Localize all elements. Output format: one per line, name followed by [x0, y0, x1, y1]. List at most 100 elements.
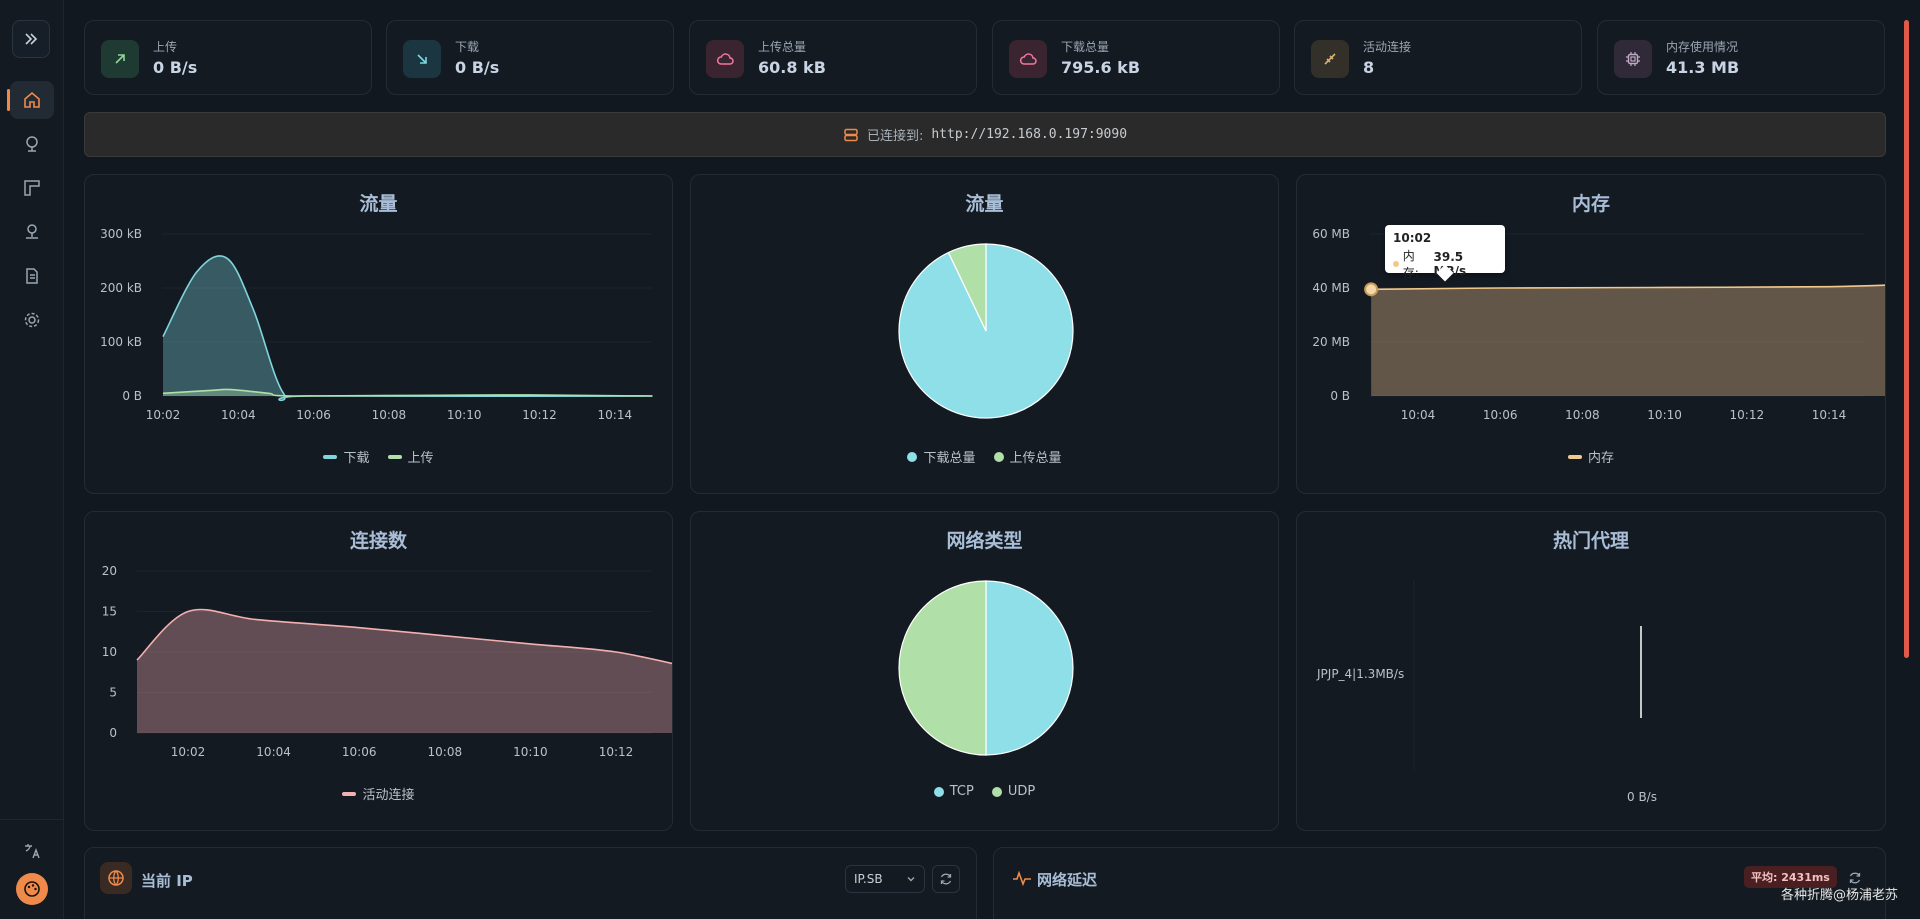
x-tick-label: 10:12	[1730, 408, 1765, 422]
legend-label: 上传	[407, 451, 434, 466]
chevron-down-icon	[907, 877, 915, 882]
sidebar	[0, 0, 64, 919]
x-tick-label: 10:10	[447, 408, 482, 422]
x-tick-label: 10:12	[522, 408, 557, 422]
stat-label: 上传	[153, 40, 178, 54]
series-area	[163, 255, 653, 401]
x-tick-label: 10:12	[599, 745, 634, 759]
memory-tooltip: 10:02 内存: 39.5 MB/s	[1385, 225, 1505, 280]
stat-label: 活动连接	[1363, 40, 1412, 54]
nav-logs[interactable]	[10, 257, 54, 295]
y-tick-label: 100 kB	[100, 335, 142, 349]
legend-label: 下载	[343, 451, 370, 466]
y-tick-label: 20 MB	[1312, 335, 1350, 349]
legend-item-download-total[interactable]: 下载总量	[907, 447, 976, 466]
y-tick-label: 200 kB	[100, 281, 142, 295]
language-button[interactable]	[10, 832, 54, 870]
x-tick-label: 10:10	[513, 745, 548, 759]
x-tick-label: 10:10	[1647, 408, 1682, 422]
x-tick-label: 10:06	[296, 408, 331, 422]
stat-label: 下载总量	[1061, 40, 1110, 54]
hot-proxy-axis-label: 0 B/s	[1627, 790, 1657, 804]
page-scrollbar[interactable]	[1904, 20, 1909, 658]
stat-card-download: 下载 0 B/s	[386, 20, 674, 95]
stat-card-active-connections: 活动连接 8	[1294, 20, 1582, 95]
y-tick-label: 10	[102, 645, 117, 659]
chart-legend: 活动连接	[85, 784, 672, 803]
y-tick-label: 5	[109, 686, 117, 700]
legend-swatch	[993, 451, 1004, 462]
x-tick-label: 10:04	[256, 745, 291, 759]
y-tick-label: 0	[109, 726, 117, 740]
stat-value: 8	[1363, 58, 1375, 77]
legend-label: UDP	[1007, 784, 1036, 799]
stat-label: 内存使用情况	[1666, 40, 1739, 54]
x-tick-label: 10:14	[598, 408, 633, 422]
stat-card-upload: 上传 0 B/s	[84, 20, 372, 95]
y-tick-label: 60 MB	[1312, 227, 1350, 241]
ip-provider-select[interactable]: IP.SB	[845, 865, 925, 893]
home-icon	[24, 91, 40, 108]
traffic-pie-panel: 流量 下载总量 上传总量	[690, 174, 1279, 494]
nav-rules[interactable]	[10, 169, 54, 207]
legend-label: 下载总量	[923, 451, 976, 466]
stat-label: 上传总量	[758, 40, 807, 54]
legend-item-upload-total[interactable]: 上传总量	[993, 447, 1062, 466]
legend-swatch	[907, 451, 918, 462]
pie-slice	[898, 580, 987, 756]
tooltip-value: 39.5 MB/s	[1433, 250, 1467, 278]
tooltip-swatch	[1393, 261, 1399, 267]
nav-home[interactable]	[7, 81, 54, 119]
nav-settings[interactable]	[10, 301, 54, 339]
x-tick-label: 10:04	[1401, 408, 1436, 422]
banner-url: http://192.168.0.197:9090	[931, 127, 1128, 142]
legend-item-download[interactable]: 下载	[323, 447, 370, 466]
legend-item-upload[interactable]: 上传	[387, 447, 434, 466]
y-tick-label: 300 kB	[100, 227, 142, 241]
legend-swatch	[991, 786, 1002, 797]
watermark: 各种折腾@杨浦老苏	[1781, 888, 1899, 903]
legend-item-memory[interactable]: 内存	[1567, 447, 1614, 466]
refresh-icon	[940, 873, 952, 885]
cloud-icon	[706, 40, 744, 78]
stat-value: 0 B/s	[153, 58, 198, 77]
stat-value: 795.6 kB	[1061, 58, 1141, 77]
stat-card-memory: 内存使用情况 41.3 MB	[1597, 20, 1885, 95]
stat-value: 60.8 kB	[758, 58, 826, 77]
legend-swatch	[933, 786, 944, 797]
y-tick-label: 40 MB	[1312, 281, 1350, 295]
gear-icon	[24, 312, 40, 328]
data-point	[1364, 282, 1379, 297]
x-tick-label: 10:08	[1565, 408, 1600, 422]
network-icon	[26, 224, 38, 239]
expand-sidebar-button[interactable]	[12, 20, 50, 58]
chip-icon	[1614, 40, 1652, 78]
legend-item-tcp[interactable]: TCP	[933, 784, 974, 799]
legend-label: TCP	[949, 784, 974, 799]
x-tick-label: 10:14	[1812, 408, 1847, 422]
y-tick-label: 0 B	[122, 389, 142, 403]
legend-label: 活动连接	[362, 788, 415, 803]
nav-connections[interactable]	[10, 213, 54, 251]
ip-refresh-button[interactable]	[932, 865, 960, 893]
globe-icon	[26, 136, 38, 152]
y-tick-label: 20	[102, 564, 117, 578]
legend-item-udp[interactable]: UDP	[991, 784, 1036, 799]
traffic-chart-panel: 流量 0 B 100 kB 200 kB 300 kB 10:02 10:04 10:06 1…	[84, 174, 673, 494]
stat-value: 0 B/s	[455, 58, 500, 77]
select-value: IP.SB	[854, 872, 883, 886]
refresh-icon	[1849, 872, 1861, 884]
hot-proxy-panel: 热门代理 JPJP_4|1.3MB/s 0 B/s	[1296, 511, 1886, 831]
y-tick-label: 0 B	[1330, 389, 1350, 403]
series-area	[1371, 285, 1885, 396]
connection-banner: 已连接到: http://192.168.0.197:9090	[84, 112, 1886, 157]
chevrons-right-icon	[25, 33, 38, 45]
legend-swatch	[387, 454, 402, 459]
theme-button[interactable]	[16, 873, 48, 905]
nav-proxies[interactable]	[10, 125, 54, 163]
activity-icon	[1006, 862, 1038, 894]
legend-label: 上传总量	[1009, 451, 1062, 466]
chart-legend: 内存	[1297, 447, 1885, 466]
stat-label: 下载	[455, 40, 480, 54]
legend-item-active-connections[interactable]: 活动连接	[342, 784, 415, 803]
